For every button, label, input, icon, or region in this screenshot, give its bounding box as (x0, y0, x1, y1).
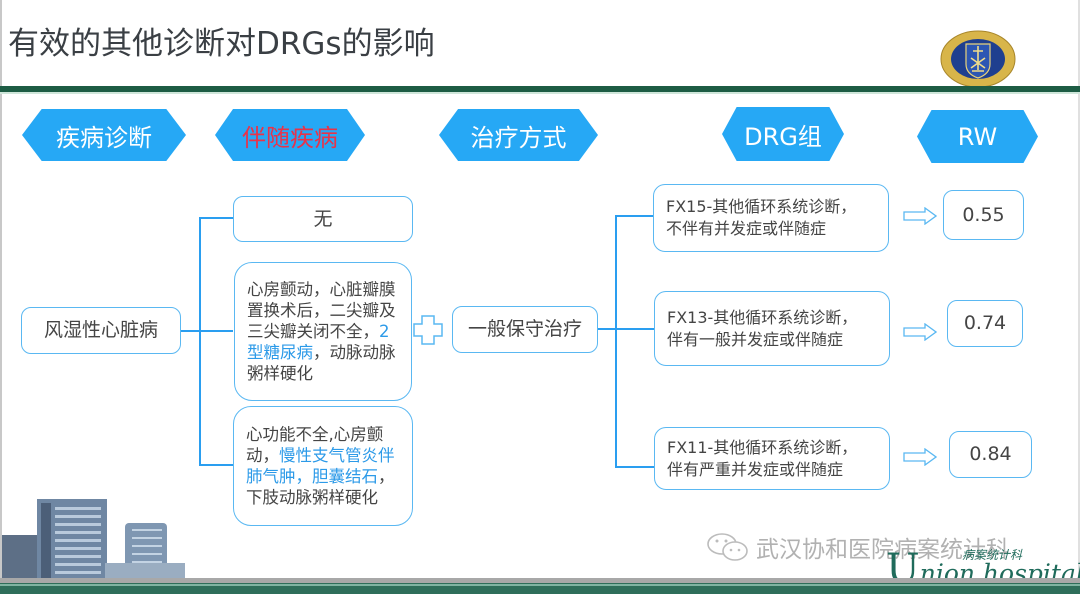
connector-comorbidity-2 (199, 330, 233, 332)
hospital-buildings-image (0, 499, 200, 583)
header-rw: RW (917, 110, 1038, 163)
connector-drg-3 (615, 466, 655, 468)
footer-band-accent (0, 584, 1080, 586)
treatment-box: 一般保守治疗 (452, 306, 598, 353)
diagnosis-label: 风湿性心脏病 (43, 319, 158, 342)
header-treatment: 治疗方式 (439, 109, 598, 161)
comorbidity-segment: 心房颤动，心脏瓣膜置换术后，二尖瓣及三尖瓣关闭不全， (247, 280, 396, 341)
hollow-plus-icon (413, 315, 443, 345)
slide-title: 有效的其他诊断对DRGs的影响 (8, 26, 435, 62)
comorbidity-box-general: 心房颤动，心脏瓣膜置换术后，二尖瓣及三尖瓣关闭不全，2型糖尿病，动脉动脉粥样硬化 (234, 262, 412, 401)
rw-box-fx11: 0.84 (949, 431, 1032, 478)
hollow-right-arrow-icon (903, 448, 937, 466)
rw-value: 0.84 (969, 443, 1012, 466)
drg-code-line: FX15-其他循环系统诊断， (666, 197, 857, 216)
rw-value: 0.55 (962, 203, 1005, 226)
connector-treatment (597, 328, 617, 330)
rw-box-fx13: 0.74 (947, 300, 1023, 347)
drg-code-line: FX11-其他循环系统诊断， (667, 437, 858, 457)
hollow-right-arrow-icon (903, 207, 937, 225)
treatment-label: 一般保守治疗 (467, 318, 582, 341)
drg-desc-line: 伴有一般并发症或伴随症 (667, 329, 844, 349)
title-divider-accent (0, 92, 1080, 94)
connector-drg-1 (615, 215, 655, 217)
connector-diagnosis (179, 330, 201, 332)
header-drg-group: DRG组 (722, 107, 844, 161)
header-comorbidity: 伴随疾病 (215, 109, 365, 161)
brand-dept-text: 病案统计科 (962, 548, 1023, 562)
connector-comorbidity-1 (199, 217, 233, 219)
header-disease-diagnosis: 疾病诊断 (22, 109, 186, 161)
comorbidity-text: 心功能不全,心房颤动，慢性支气管炎伴肺气肿，胆囊结石，下肢动脉粥样硬化 (246, 424, 400, 508)
drg-box-fx15: FX15-其他循环系统诊断， 不伴有并发症或伴随症 (653, 184, 889, 252)
connector-drg-2 (615, 328, 655, 330)
drg-code-line: FX13-其他循环系统诊断， (667, 307, 858, 327)
hospital-emblem-icon (940, 30, 1016, 88)
connector-drg-trunk (615, 215, 617, 467)
comorbidity-box-severe: 心功能不全,心房颤动，慢性支气管炎伴肺气肿，胆囊结石，下肢动脉粥样硬化 (233, 406, 413, 526)
drg-box-fx13: FX13-其他循环系统诊断， 伴有一般并发症或伴随症 (654, 291, 890, 366)
comorbidity-text: 心房颤动，心脏瓣膜置换术后，二尖瓣及三尖瓣关闭不全，2型糖尿病，动脉动脉粥样硬化 (247, 279, 399, 384)
drg-desc-line: 伴有严重并发症或伴随症 (667, 459, 844, 479)
comorbidity-text: 无 (313, 207, 333, 230)
diagnosis-box: 风湿性心脏病 (21, 307, 181, 354)
rw-value: 0.74 (963, 312, 1007, 335)
drg-desc-line: 不伴有并发症或伴随症 (666, 219, 827, 238)
connector-comorbidity-3 (199, 464, 233, 466)
connector-comorbidity-trunk (199, 217, 201, 465)
rw-box-fx15: 0.55 (943, 190, 1024, 240)
drg-box-fx11: FX11-其他循环系统诊断， 伴有严重并发症或伴随症 (654, 427, 890, 490)
comorbidity-box-none: 无 (233, 196, 413, 242)
hollow-right-arrow-icon (903, 323, 937, 341)
wechat-icon (707, 533, 748, 561)
